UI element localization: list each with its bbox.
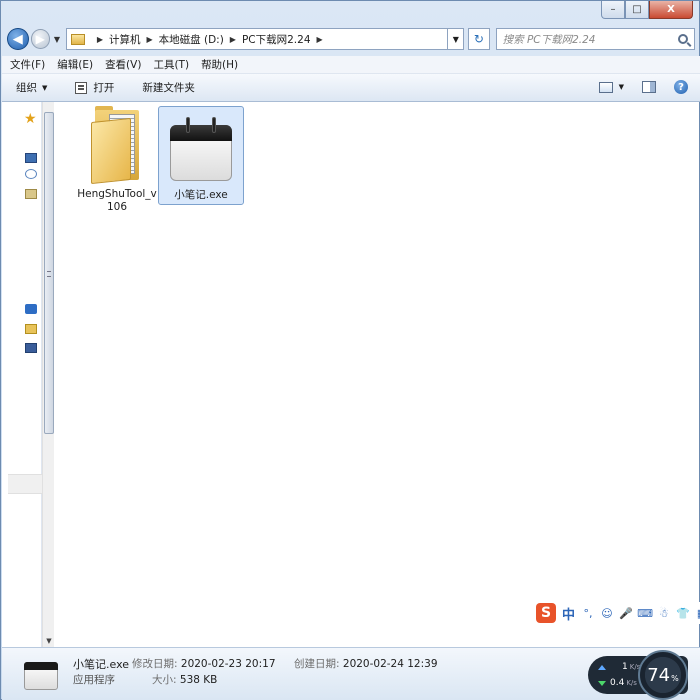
details-file-name: 小笔记.exe (73, 658, 130, 671)
new-folder-label: 新建文件夹 (142, 82, 195, 94)
navigation-pane: ★ ▼ (2, 102, 54, 647)
breadcrumb-computer[interactable]: 计算机 (109, 32, 141, 47)
file-list-area[interactable]: HengShuTool_v106 小笔记.exe (54, 102, 699, 647)
usage-gauge: 74 % (638, 650, 688, 700)
command-toolbar: 组织 ▼ 打开 新建文件夹 ▼ ? (2, 74, 700, 102)
upload-arrow-icon (598, 664, 606, 670)
folder-icon (70, 33, 85, 45)
usage-percent: 74 (647, 664, 671, 686)
scrollbar-thumb[interactable] (44, 112, 54, 434)
navigation-row: ◀ ▶ ▼ ▶ 计算机 ▶ 本地磁盘 (D:) ▶ PC下载网2.24 ▶ ▼ … (7, 27, 695, 51)
breadcrumb-separator-icon[interactable]: ▶ (97, 35, 103, 44)
nav-pane-scrollbar[interactable]: ▼ (42, 102, 54, 647)
preview-pane-icon[interactable] (642, 81, 656, 93)
breadcrumb-separator-icon[interactable]: ▶ (230, 35, 236, 44)
details-size: 大小: 538 KB (152, 672, 217, 687)
caption-buttons: – □ X (601, 1, 693, 19)
breadcrumb-current-folder[interactable]: PC下载网2.24 (242, 32, 311, 47)
address-dropdown-button[interactable]: ▼ (448, 28, 465, 50)
view-options-dropdown[interactable]: ▼ (619, 83, 624, 91)
skin-icon[interactable]: 👕 (676, 607, 690, 620)
size-value: 538 KB (179, 674, 218, 686)
download-arrow-icon (598, 680, 606, 686)
menu-file[interactable]: 文件(F) (10, 57, 45, 72)
back-button[interactable]: ◀ (7, 28, 29, 50)
address-bar[interactable]: ▶ 计算机 ▶ 本地磁盘 (D:) ▶ PC下载网2.24 ▶ (65, 28, 449, 50)
drive-icon[interactable] (25, 343, 37, 353)
download-value: 0.4 (610, 678, 625, 688)
percent-sign: % (671, 673, 679, 683)
search-placeholder: 搜索 PC下载网2.24 (502, 33, 596, 46)
network-monitor-widget[interactable]: 1 K/s 0.4 K/s 74 % (588, 650, 688, 700)
organize-button[interactable]: 组织 ▼ (16, 80, 47, 95)
details-modified: 修改日期: 2020-02-23 20:17 (132, 656, 276, 671)
breadcrumb-separator-icon[interactable]: ▶ (317, 35, 323, 44)
menu-tools[interactable]: 工具(T) (153, 57, 189, 72)
open-label: 打开 (93, 82, 115, 94)
created-label: 创建日期: (294, 658, 340, 670)
details-file-type: 应用程序 (73, 674, 115, 686)
file-name-label: 小笔记.exe (174, 189, 228, 201)
search-input[interactable]: 搜索 PC下载网2.24 (495, 28, 695, 50)
ime-toolbar: S 中 °, ☺ 🎤 ⌨ ☃ 👕 ▦ (536, 602, 700, 624)
chevron-down-icon: ▼ (42, 83, 48, 92)
notepad-app-icon (24, 658, 58, 690)
details-created: 创建日期: 2020-02-24 12:39 (294, 656, 438, 671)
folder-icon (89, 106, 145, 185)
folder-icon[interactable] (25, 324, 37, 334)
menu-view[interactable]: 查看(V) (105, 57, 141, 72)
modified-value: 2020-02-23 20:17 (180, 658, 276, 670)
new-folder-button[interactable]: 新建文件夹 (142, 80, 195, 95)
file-item-exe-selected[interactable]: 小笔记.exe (158, 106, 244, 205)
document-icon[interactable] (25, 189, 37, 199)
file-name-label: HengShuTool_v106 (77, 188, 157, 213)
network-icon[interactable] (25, 304, 37, 314)
recent-pages-dropdown[interactable]: ▼ (52, 35, 62, 44)
favorites-star-icon[interactable]: ★ (24, 111, 37, 127)
punctuation-icon[interactable]: °, (582, 607, 594, 620)
modified-label: 修改日期: (132, 658, 178, 670)
sogou-logo-icon[interactable]: S (536, 603, 556, 623)
download-speed: 0.4 K/s (598, 678, 637, 688)
keyboard-icon[interactable]: ⌨ (637, 607, 653, 620)
minimize-button[interactable]: – (601, 1, 625, 19)
open-button[interactable]: 打开 (75, 80, 114, 95)
notepad-app-icon (168, 117, 234, 183)
breadcrumb-drive-d[interactable]: 本地磁盘 (D:) (159, 32, 224, 47)
microphone-icon[interactable]: 🎤 (619, 607, 633, 620)
upload-value: 1 (622, 662, 628, 672)
scrollbar-grip-icon (47, 271, 51, 277)
search-icon[interactable] (678, 34, 688, 44)
menu-edit[interactable]: 编辑(E) (57, 57, 93, 72)
nav-pane-divider (8, 474, 44, 494)
created-value: 2020-02-24 12:39 (342, 658, 438, 670)
breadcrumb-separator-icon[interactable]: ▶ (146, 35, 152, 44)
cloud-icon[interactable] (25, 169, 37, 179)
help-icon[interactable]: ? (674, 80, 688, 94)
emoji-icon[interactable]: ☺ (601, 607, 613, 620)
size-label: 大小: (152, 674, 177, 686)
explorer-window: – □ X ◀ ▶ ▼ ▶ 计算机 ▶ 本地磁盘 (D:) ▶ PC下载网2.2… (0, 0, 700, 700)
ime-chinese-mode[interactable]: 中 (562, 604, 575, 623)
organize-label: 组织 (16, 82, 37, 94)
file-item-folder[interactable]: HengShuTool_v106 (74, 106, 160, 214)
close-button[interactable]: X (649, 1, 693, 19)
forward-button[interactable]: ▶ (30, 29, 51, 49)
menu-bar: 文件(F) 编辑(E) 查看(V) 工具(T) 帮助(H) (2, 56, 700, 74)
toolbar-right-group: ▼ ? (598, 80, 688, 94)
computer-icon[interactable] (25, 153, 37, 163)
open-icon (75, 81, 88, 94)
maximize-button[interactable]: □ (625, 1, 649, 19)
upload-speed: 1 K/s (598, 662, 640, 672)
menu-grid-icon[interactable]: ▦ (696, 607, 700, 620)
change-view-icon[interactable] (598, 81, 613, 93)
menu-help[interactable]: 帮助(H) (201, 57, 238, 72)
user-icon[interactable]: ☃ (658, 607, 670, 620)
refresh-button[interactable]: ↻ (468, 28, 490, 50)
download-unit: K/s (626, 679, 637, 687)
